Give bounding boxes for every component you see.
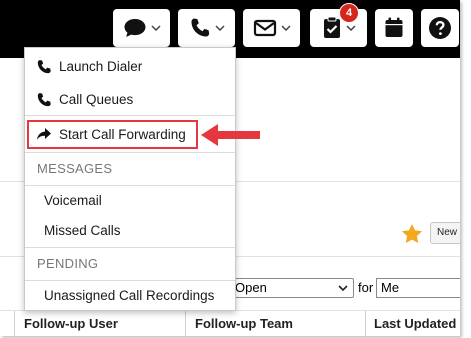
arrow-left-icon: [201, 124, 260, 146]
chat-icon: [124, 19, 145, 37]
menu-separator: [25, 152, 235, 153]
phone-icon: [191, 18, 209, 37]
for-value-input[interactable]: Me: [376, 278, 460, 298]
section-heading-pending: PENDING: [37, 256, 99, 271]
help-button[interactable]: [421, 9, 459, 47]
section-heading-messages: MESSAGES: [37, 161, 113, 176]
menu-separator: [25, 280, 235, 281]
messages-menu-button[interactable]: [243, 9, 300, 47]
column-divider: [365, 311, 366, 336]
status-select[interactable]: Open: [230, 278, 354, 298]
phone-dropdown-menu: Launch Dialer Call Queues Start Call For…: [24, 47, 236, 311]
column-header-follow-up-team[interactable]: Follow-up Team: [195, 316, 293, 331]
column-divider: [185, 311, 186, 336]
highlight-box: [27, 120, 198, 149]
column-header-follow-up-user[interactable]: Follow-up User: [24, 316, 118, 331]
chevron-down-icon: [345, 25, 356, 31]
calendar-icon: [385, 17, 403, 37]
for-label: for: [358, 280, 374, 295]
chat-menu-button[interactable]: [113, 9, 170, 47]
menu-item-launch-dialer[interactable]: Launch Dialer: [25, 57, 235, 77]
chevron-down-icon: [214, 25, 225, 31]
star-icon[interactable]: [401, 223, 423, 244]
phone-icon: [37, 60, 51, 74]
envelope-icon: [253, 19, 276, 37]
menu-item-call-queues[interactable]: Call Queues: [25, 90, 235, 110]
menu-item-label: Launch Dialer: [59, 59, 143, 74]
column-header-last-updated[interactable]: Last Updated: [374, 316, 456, 331]
menu-separator: [25, 115, 235, 116]
menu-item-missed-calls[interactable]: Missed Calls: [44, 223, 121, 238]
new-button[interactable]: New: [430, 222, 460, 244]
clipboard-check-icon: [323, 16, 340, 38]
column-divider: [14, 311, 15, 336]
menu-separator: [25, 247, 235, 248]
menu-separator: [25, 185, 235, 186]
help-icon: [429, 17, 451, 39]
menu-item-voicemail[interactable]: Voicemail: [44, 193, 102, 208]
app-frame: 4 New Open for Me Follow-up User Follow-…: [0, 0, 460, 336]
status-select-value: Open: [235, 280, 267, 295]
tasks-count-badge: 4: [339, 3, 359, 23]
tasks-menu-button[interactable]: 4: [310, 3, 367, 47]
calendar-button[interactable]: [375, 9, 413, 47]
chevron-down-icon: [280, 25, 291, 31]
chevron-down-icon: [338, 285, 348, 291]
phone-menu-button[interactable]: [178, 9, 235, 47]
phone-icon: [37, 93, 51, 107]
menu-item-label: Call Queues: [59, 92, 134, 107]
chevron-down-icon: [150, 25, 161, 31]
menu-item-unassigned-call-recordings[interactable]: Unassigned Call Recordings: [44, 288, 214, 303]
